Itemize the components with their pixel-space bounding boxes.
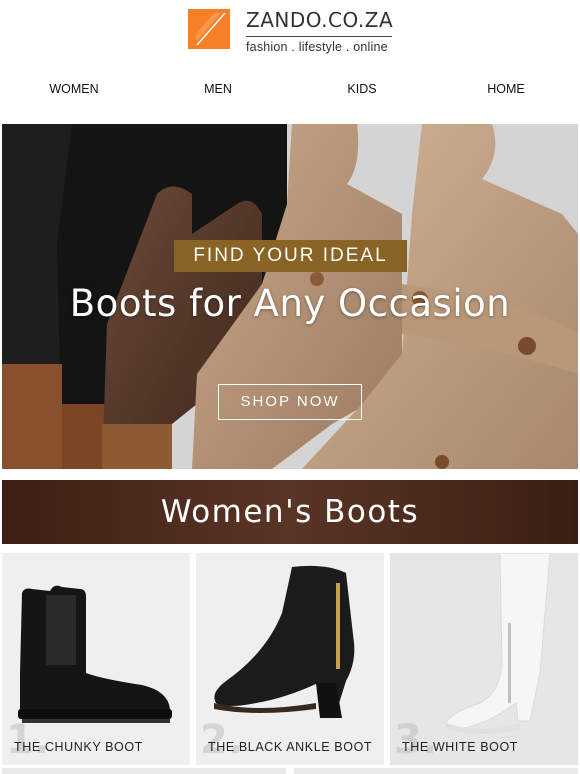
section-title: Women's Boots [160,494,420,530]
next-row-image [294,768,578,774]
brand-logo[interactable]: ZANDO.CO.ZA fashion . lifestyle . online [188,9,393,54]
hero-title: Boots for Any Occasion [69,282,511,325]
product-label: THE CHUNKY BOOT [14,740,143,754]
brand-name: ZANDO.CO.ZA [246,8,394,32]
nav-item-kids[interactable]: KIDS [347,82,376,96]
nav-item-women[interactable]: WOMEN [49,82,98,96]
logo-mark-icon [188,9,230,49]
nav-item-home[interactable]: HOME [487,82,525,96]
email-header: ZANDO.CO.ZA fashion . lifestyle . online [0,0,580,68]
brand-tagline: fashion . lifestyle . online [246,40,388,54]
hero-kicker: FIND YOUR IDEAL [174,240,407,272]
nav-item-men[interactable]: MEN [204,82,232,96]
product-grid: 1. THE CHUNKY BOOT 2. THE BLACK ANKLE BO… [0,553,580,765]
product-label: THE WHITE BOOT [402,740,519,754]
hero-banner[interactable]: FIND YOUR IDEAL Boots for Any Occasion S… [2,124,578,469]
product-card-white-boot[interactable]: 3. THE WHITE BOOT [390,553,578,765]
product-label: THE BLACK ANKLE BOOT [208,740,373,754]
product-card-black-ankle-boot[interactable]: 2. THE BLACK ANKLE BOOT [196,553,384,765]
shop-now-button[interactable]: SHOP NOW [218,384,362,420]
next-row-image [2,768,286,774]
logo-divider [246,36,392,37]
product-card-chunky-boot[interactable]: 1. THE CHUNKY BOOT [2,553,190,765]
womens-boots-banner[interactable]: Women's Boots [2,480,578,544]
main-nav: WOMEN MEN KIDS HOME [0,82,580,104]
